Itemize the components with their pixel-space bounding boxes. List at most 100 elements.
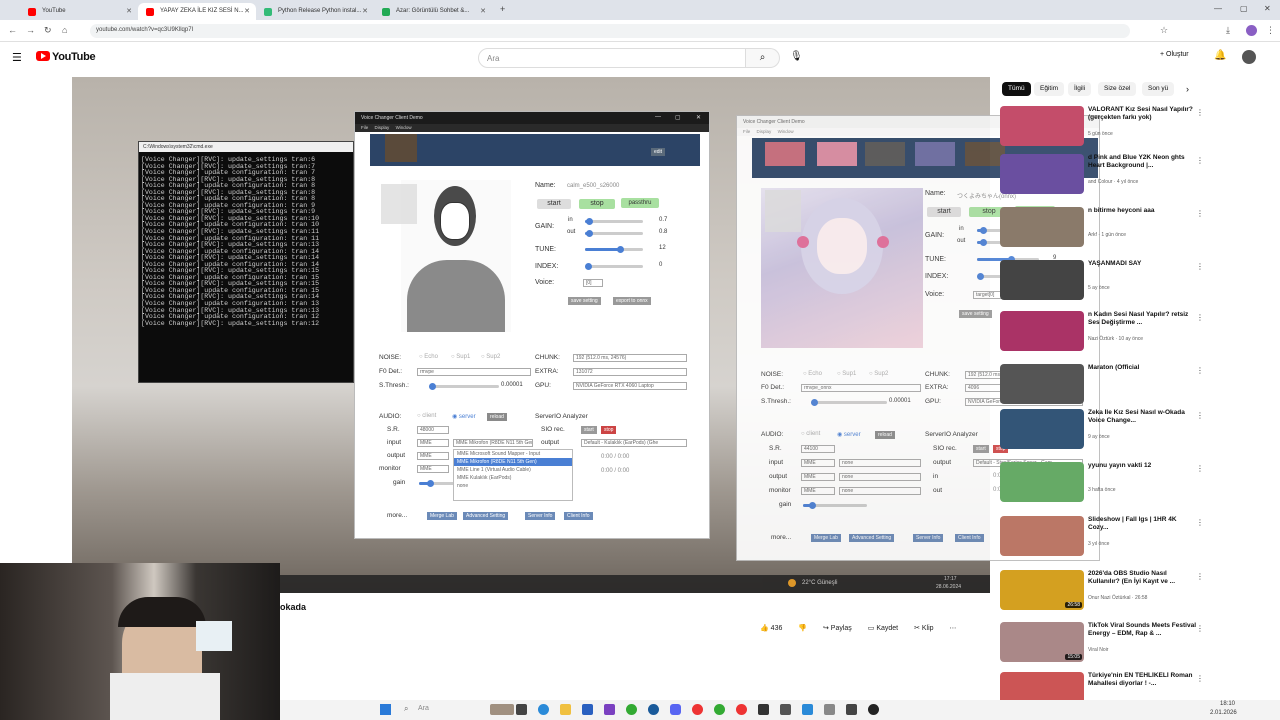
close-window-icon[interactable]: ✕ (1264, 4, 1271, 13)
monitor-gain-slider[interactable] (803, 502, 867, 509)
server-info-button[interactable]: Server Info (525, 512, 556, 520)
index-slider[interactable] (585, 263, 643, 270)
close-tab-icon[interactable]: ✕ (244, 7, 250, 15)
output-api-select[interactable]: MME (801, 473, 835, 481)
input-api-select[interactable]: MME (801, 459, 835, 467)
save-setting-button[interactable]: save setting (568, 297, 601, 305)
maximize-icon[interactable]: ▢ (675, 114, 681, 121)
bookmark-star-icon[interactable]: ☆ (1160, 25, 1168, 36)
task-view-icon[interactable] (516, 704, 527, 715)
recommendation-item[interactable]: YAŞANMADI SAY 5 ay önce ⋮ (1000, 260, 1272, 302)
output-api-select[interactable]: MME (417, 452, 449, 460)
file-explorer-icon[interactable] (560, 704, 571, 715)
video-thumbnail[interactable] (1000, 516, 1084, 556)
dropdown-option-selected[interactable]: MME Mikrofon (R8DE N11 5th Gen) (454, 458, 572, 466)
microphone-icon[interactable]: 🎙 (790, 51, 803, 62)
video-thumbnail[interactable] (1000, 154, 1084, 194)
client-info-button[interactable]: Client Info (564, 512, 593, 520)
menu-window[interactable]: Window (778, 129, 794, 134)
recommendation-title[interactable]: Slideshow | Fall lgs | 1HR 4K Cozy... (1088, 516, 1196, 532)
more-actions-icon[interactable]: ⋯ (950, 624, 957, 632)
advanced-setting-button[interactable]: Advanced Setting (463, 512, 509, 520)
back-icon[interactable]: ← (8, 25, 17, 35)
edge-icon[interactable] (538, 704, 549, 715)
like-button[interactable]: 👍 436 (760, 624, 782, 632)
sr-select[interactable]: 44100 (801, 445, 835, 453)
dislike-button[interactable]: 👎 (798, 624, 807, 632)
recommendation-title[interactable]: 2026'da OBS Studio Nasıl Kullanılır? (En… (1088, 570, 1196, 586)
noise-echo-option[interactable]: ○ Echo (419, 354, 438, 360)
passthru-button[interactable]: passthru (621, 198, 659, 208)
recommendation-item[interactable]: yyunu yayın vakti 12 3 hafta önce ⋮ (1000, 462, 1272, 504)
maximize-window-icon[interactable]: ▢ (1240, 4, 1248, 13)
recommendation-item[interactable]: VALORANT Kız Sesi Nasıl Yapılır? (gerçek… (1000, 106, 1272, 148)
merge-lab-button[interactable]: Merge Lab (427, 512, 457, 520)
opera-icon[interactable] (736, 704, 747, 715)
input-api-select[interactable]: MME (417, 439, 449, 447)
video-thumbnail[interactable] (1000, 260, 1084, 300)
more-options-icon[interactable]: ⋮ (1196, 209, 1204, 218)
chrome-icon[interactable] (692, 704, 703, 715)
windows-start-icon[interactable] (380, 704, 391, 715)
taskbar-search-icon[interactable]: ⌕ (404, 704, 408, 714)
video-thumbnail[interactable] (1000, 409, 1084, 449)
audio-server-option[interactable]: ◉ server (837, 431, 861, 438)
chevron-right-icon[interactable]: › (1186, 84, 1189, 94)
sthresh-slider[interactable] (811, 399, 887, 406)
chip-recent[interactable]: Son yü (1142, 82, 1175, 96)
new-tab-icon[interactable]: + (500, 4, 505, 14)
profile-avatar[interactable] (1246, 25, 1257, 36)
recommendation-title[interactable]: n Kadın Sesi Nasıl Yapılır? retsiz Ses D… (1088, 311, 1196, 327)
share-button[interactable]: ↪ Paylaş (823, 624, 852, 632)
search-input[interactable]: Ara (478, 48, 746, 68)
tab-azar[interactable]: Azar: Görüntülü Sohbet &... ✕ (374, 3, 492, 20)
recommendation-title[interactable]: Zeka İle Kız Sesi Nasıl w-Okada Voice Ch… (1088, 409, 1196, 425)
recommendation-item[interactable]: n Kadın Sesi Nasıl Yapılır? retsiz Ses D… (1000, 311, 1272, 353)
model-thumbnail[interactable] (385, 134, 417, 162)
model-thumbnail[interactable] (817, 142, 857, 166)
input-device-select[interactable]: MME Mikrofon (R8DE N11 5th Gen) (453, 439, 533, 447)
tab-youtube[interactable]: YouTube ✕ (20, 3, 138, 20)
taskbar-search-input[interactable]: Ara (418, 705, 429, 712)
app-icon[interactable] (758, 704, 769, 715)
monitor-api-select[interactable]: MME (417, 465, 449, 473)
video-thumbnail[interactable] (1000, 207, 1084, 247)
sthresh-slider[interactable] (429, 383, 499, 390)
menu-file[interactable]: File (361, 125, 368, 130)
server-info-button[interactable]: Server Info (913, 534, 944, 542)
gpu-select[interactable]: NVIDIA GeForce RTX 4060 Laptop (573, 382, 687, 390)
recommendation-title[interactable]: YAŞANMADI SAY (1088, 260, 1196, 268)
close-tab-icon[interactable]: ✕ (480, 7, 486, 15)
dropdown-option[interactable]: none (454, 482, 572, 490)
recommendation-title[interactable]: n bitirme heyconi aaa (1088, 207, 1196, 215)
more-options-icon[interactable]: ⋮ (1196, 262, 1204, 271)
monitor-device-select[interactable]: none (839, 487, 921, 495)
close-icon[interactable]: ✕ (696, 114, 701, 121)
sr-select[interactable]: 48000 (417, 426, 449, 434)
minimize-icon[interactable]: — (655, 114, 661, 120)
sio-stop-button[interactable]: stop (601, 426, 617, 434)
audio-client-option[interactable]: ○ client (417, 413, 436, 419)
youtube-logo[interactable]: YouTube (36, 51, 96, 63)
more-options-icon[interactable]: ⋮ (1196, 624, 1204, 633)
model-thumbnail[interactable] (865, 142, 905, 166)
reload-button[interactable]: reload (875, 431, 895, 439)
recommendation-title[interactable]: VALORANT Kız Sesi Nasıl Yapılır? (gerçek… (1088, 106, 1196, 122)
dropdown-option[interactable]: MME Kulaklık (EarPods) (454, 474, 572, 482)
monitor-api-select[interactable]: MME (801, 487, 835, 495)
url-field[interactable]: youtube.com/watch?v=qc3U9Kllqp7I (90, 24, 1130, 38)
app-icon[interactable] (780, 704, 791, 715)
recommendation-item[interactable]: n bitirme heyconi aaa Arkf · 1 gün önce ⋮ (1000, 207, 1272, 249)
menu-window[interactable]: Window (396, 125, 412, 130)
clip-button[interactable]: ✂ Klip (914, 624, 934, 632)
recommendation-item[interactable]: 26:58 2026'da OBS Studio Nasıl Kullanılır… (1000, 570, 1272, 612)
close-tab-icon[interactable]: ✕ (126, 7, 132, 15)
more-options-icon[interactable]: ⋮ (1196, 411, 1204, 420)
audio-client-option[interactable]: ○ client (801, 431, 820, 437)
video-thumbnail[interactable] (1000, 364, 1084, 404)
steam-icon[interactable] (648, 704, 659, 715)
save-button[interactable]: ▭ Kaydet (868, 624, 898, 632)
menu-file[interactable]: File (743, 129, 750, 134)
app-icon[interactable] (714, 704, 725, 715)
save-setting-button[interactable]: save setting (959, 310, 992, 318)
